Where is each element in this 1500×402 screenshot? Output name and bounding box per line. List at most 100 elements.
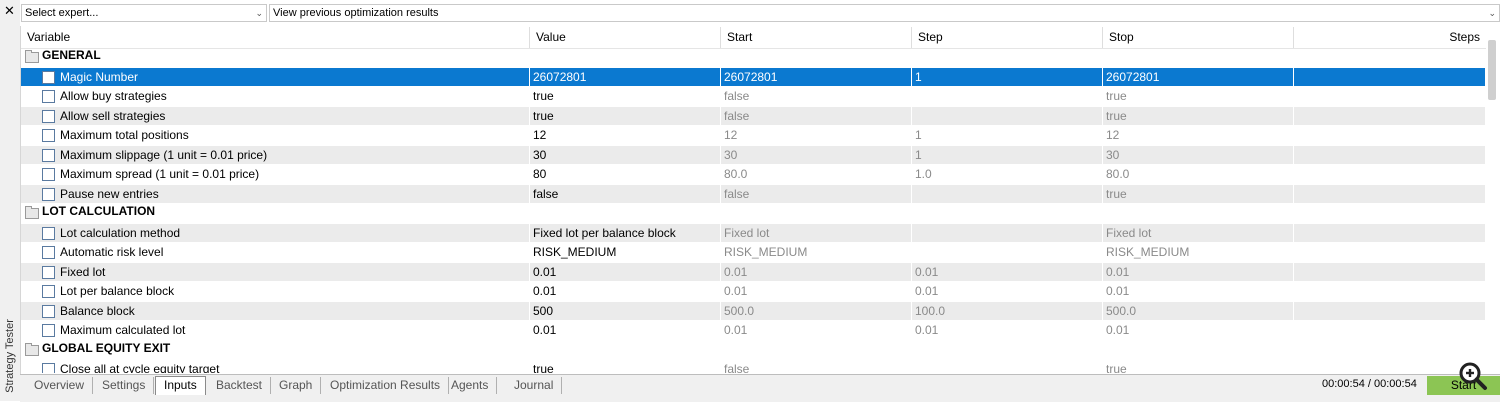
group-row[interactable]: GLOBAL EQUITY EXIT — [21, 341, 1486, 360]
column-header-value[interactable]: Value — [530, 27, 721, 48]
stop-cell[interactable]: Fixed lot — [1103, 223, 1294, 243]
value-cell[interactable]: 26072801 — [530, 67, 721, 87]
start-cell[interactable]: false — [721, 360, 912, 373]
group-row[interactable]: LOT CALCULATION — [21, 204, 1486, 224]
table-row[interactable]: Magic Number 26072801 26072801 1 26072801 — [21, 67, 1486, 87]
step-cell[interactable]: 1 — [912, 145, 1103, 165]
stop-cell[interactable]: 0.01 — [1103, 282, 1294, 301]
value-cell[interactable]: 12 — [530, 126, 721, 145]
table-row[interactable]: Fixed lot 0.01 0.01 0.01 0.01 — [21, 262, 1486, 282]
start-cell[interactable]: 12 — [721, 126, 912, 145]
step-cell[interactable]: 1 — [912, 67, 1103, 87]
value-cell[interactable]: true — [530, 360, 721, 373]
optimize-checkbox[interactable] — [42, 168, 55, 181]
stop-cell[interactable]: true — [1103, 106, 1294, 126]
tab-backtest[interactable]: Backtest — [208, 377, 272, 394]
stop-cell[interactable]: 0.01 — [1103, 321, 1294, 340]
optimize-checkbox[interactable] — [42, 226, 55, 240]
group-row[interactable]: GENERAL — [21, 48, 1486, 68]
tab-journal[interactable]: Journal — [506, 377, 563, 394]
start-cell[interactable]: false — [721, 87, 912, 106]
value-cell[interactable]: RISK_MEDIUM — [530, 243, 721, 262]
start-cell[interactable]: false — [721, 106, 912, 126]
step-cell[interactable]: 100.0 — [912, 301, 1103, 321]
column-header-steps[interactable]: Steps — [1294, 27, 1486, 48]
column-header-start[interactable]: Start — [721, 27, 912, 48]
column-header-variable[interactable]: Variable — [21, 27, 530, 48]
stop-cell[interactable]: 0.01 — [1103, 262, 1294, 282]
optimize-checkbox[interactable] — [42, 109, 55, 123]
optimize-checkbox[interactable] — [42, 304, 55, 318]
optimize-checkbox[interactable] — [42, 70, 55, 84]
start-cell[interactable]: 500.0 — [721, 301, 912, 321]
column-header-stop[interactable]: Stop — [1103, 27, 1294, 48]
optimize-checkbox[interactable] — [42, 148, 55, 162]
value-cell[interactable]: Fixed lot per balance block — [530, 223, 721, 243]
stop-cell[interactable]: 500.0 — [1103, 301, 1294, 321]
optimize-checkbox[interactable] — [42, 246, 55, 259]
tab-graph[interactable]: Graph — [271, 377, 322, 394]
stop-cell[interactable]: 26072801 — [1103, 67, 1294, 87]
start-cell[interactable]: Fixed lot — [721, 223, 912, 243]
optimize-checkbox[interactable] — [42, 265, 55, 279]
column-header-step[interactable]: Step — [912, 27, 1103, 48]
table-row[interactable]: Maximum total positions 12 12 1 12 — [21, 126, 1486, 146]
value-cell[interactable]: 0.01 — [530, 262, 721, 282]
table-row[interactable]: Automatic risk level RISK_MEDIUM RISK_MEDI… — [21, 243, 1486, 263]
table-row[interactable]: Balance block 500 500.0 100.0 500.0 — [21, 301, 1486, 321]
step-cell[interactable]: 0.01 — [912, 321, 1103, 340]
tab-overview[interactable]: Overview — [26, 377, 94, 394]
value-cell[interactable]: 30 — [530, 145, 721, 165]
table-row[interactable]: Close all at cycle equity target true fals… — [21, 360, 1486, 373]
value-cell[interactable]: true — [530, 87, 721, 106]
step-cell[interactable]: 1.0 — [912, 165, 1103, 184]
expert-select[interactable]: Select expert... ⌄ — [21, 4, 267, 22]
step-cell[interactable] — [912, 87, 1103, 106]
optimization-results-select[interactable]: View previous optimization results ⌄ — [269, 4, 1500, 22]
stop-cell[interactable]: RISK_MEDIUM — [1103, 243, 1294, 262]
start-cell[interactable]: 0.01 — [721, 321, 912, 340]
step-cell[interactable] — [912, 106, 1103, 126]
start-cell[interactable]: RISK_MEDIUM — [721, 243, 912, 262]
close-icon[interactable]: ✕ — [4, 4, 15, 17]
start-cell[interactable]: 80.0 — [721, 165, 912, 184]
value-cell[interactable]: false — [530, 184, 721, 204]
table-row[interactable]: Lot per balance block 0.01 0.01 0.01 0.01 — [21, 282, 1486, 302]
table-row[interactable]: Maximum slippage (1 unit = 0.01 price) 30… — [21, 145, 1486, 165]
value-cell[interactable]: 80 — [530, 165, 721, 184]
step-cell[interactable]: 0.01 — [912, 282, 1103, 301]
optimize-checkbox[interactable] — [42, 285, 55, 298]
chevron-down-icon[interactable]: ⌄ — [1488, 5, 1496, 21]
value-cell[interactable]: true — [530, 106, 721, 126]
value-cell[interactable]: 0.01 — [530, 282, 721, 301]
start-cell[interactable]: false — [721, 184, 912, 204]
table-row[interactable]: Maximum spread (1 unit = 0.01 price) 80 80… — [21, 165, 1486, 185]
step-cell[interactable] — [912, 360, 1103, 373]
table-row[interactable]: Maximum calculated lot 0.01 0.01 0.01 0.01 — [21, 321, 1486, 341]
start-cell[interactable]: 0.01 — [721, 262, 912, 282]
stop-cell[interactable]: 12 — [1103, 126, 1294, 145]
step-cell[interactable] — [912, 243, 1103, 262]
tab-inputs[interactable]: Inputs — [155, 376, 206, 395]
stop-cell[interactable]: 30 — [1103, 145, 1294, 165]
optimize-checkbox[interactable] — [42, 187, 55, 201]
tab-agents[interactable]: Agents — [443, 377, 498, 394]
table-row[interactable]: Pause new entries false false true — [21, 184, 1486, 204]
start-cell[interactable]: 26072801 — [721, 67, 912, 87]
stop-cell[interactable]: true — [1103, 184, 1294, 204]
step-cell[interactable] — [912, 223, 1103, 243]
value-cell[interactable]: 500 — [530, 301, 721, 321]
optimize-checkbox[interactable] — [42, 90, 55, 103]
start-cell[interactable]: 30 — [721, 145, 912, 165]
stop-cell[interactable]: true — [1103, 87, 1294, 106]
table-row[interactable]: Lot calculation method Fixed lot per bala… — [21, 223, 1486, 243]
start-cell[interactable]: 0.01 — [721, 282, 912, 301]
table-row[interactable]: Allow sell strategies true false true — [21, 106, 1486, 126]
optimize-checkbox[interactable] — [42, 129, 55, 142]
optimize-checkbox[interactable] — [42, 363, 55, 373]
stop-cell[interactable]: true — [1103, 360, 1294, 373]
step-cell[interactable]: 1 — [912, 126, 1103, 145]
optimize-checkbox[interactable] — [42, 324, 55, 337]
chevron-down-icon[interactable]: ⌄ — [255, 5, 263, 21]
tab-settings[interactable]: Settings — [94, 377, 155, 394]
